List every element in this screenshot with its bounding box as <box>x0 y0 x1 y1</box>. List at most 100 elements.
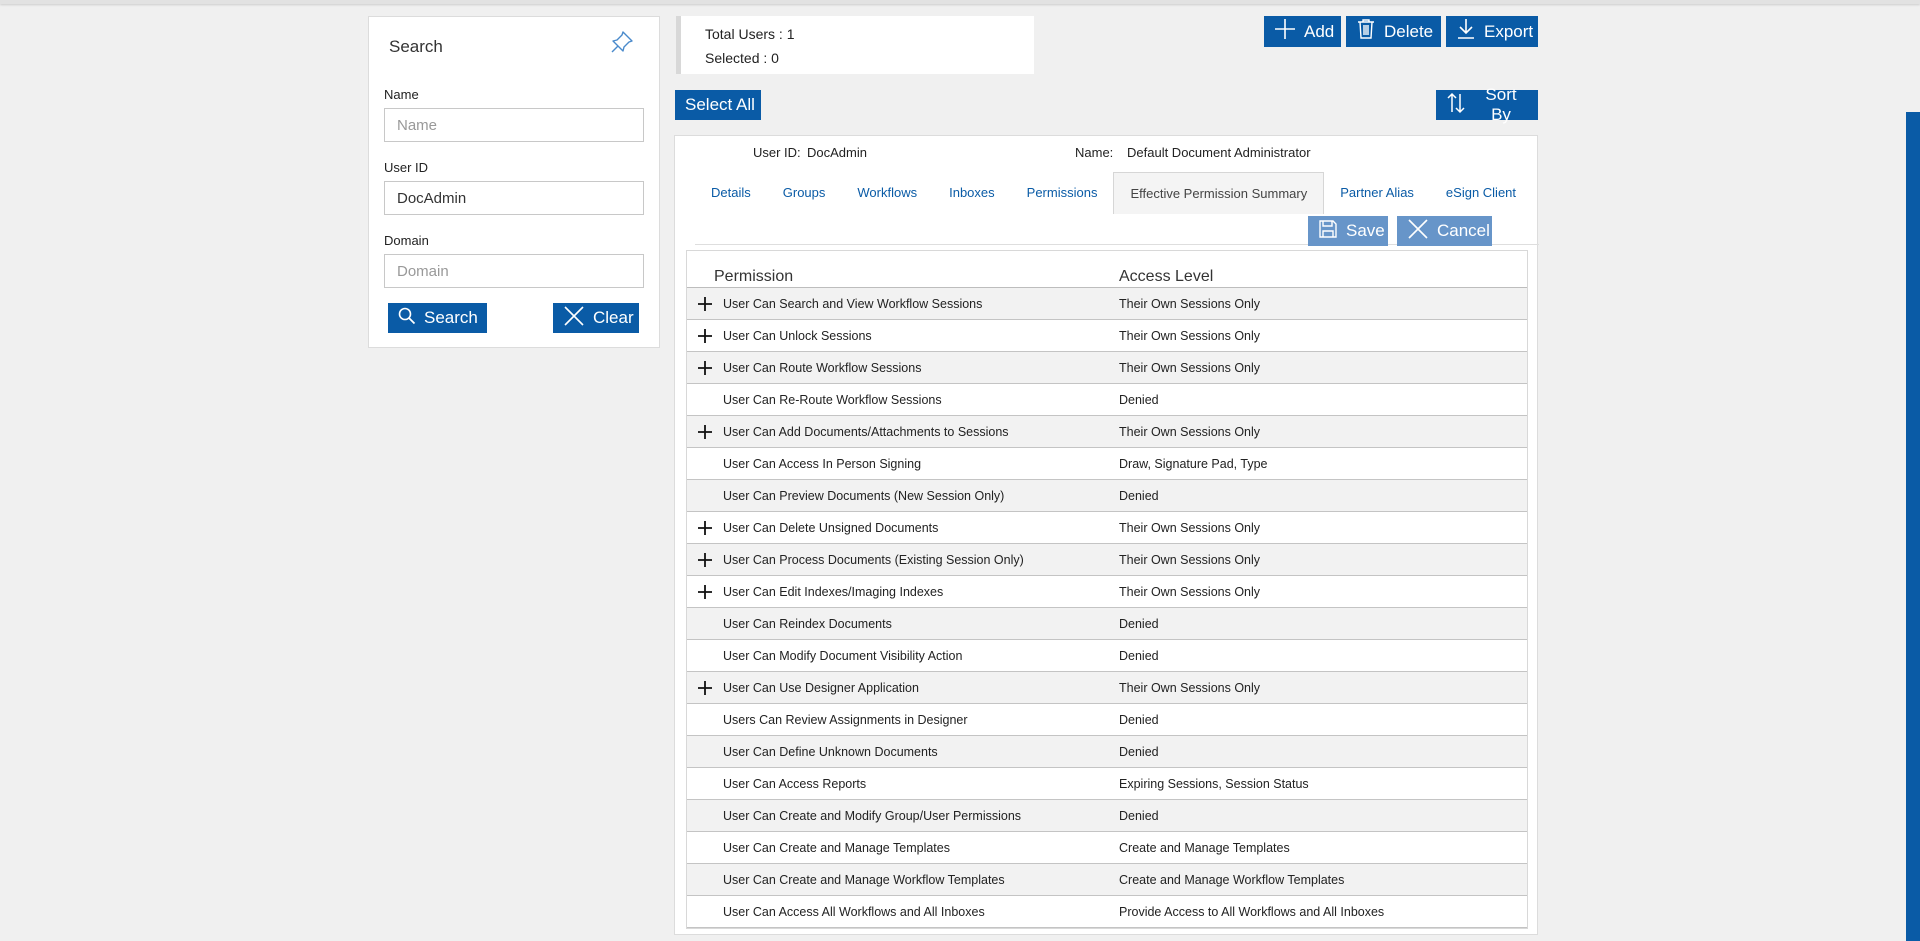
permission-cell: User Can Access In Person Signing <box>723 456 922 471</box>
cancel-button-label: Cancel <box>1437 221 1490 240</box>
table-row: User Can Create and Modify Group/User Pe… <box>687 800 1527 832</box>
add-button[interactable]: Add <box>1264 16 1341 47</box>
access-level-cell: Denied <box>1119 488 1159 503</box>
expander-placeholder <box>687 640 723 672</box>
user-id-value: DocAdmin <box>807 145 867 160</box>
permission-column-header: Permission <box>714 268 794 285</box>
selected-count: Selected : 0 <box>705 50 779 66</box>
total-users-count: Total Users : 1 <box>705 26 795 42</box>
table-row: User Can Unlock Sessions Their Own Sessio… <box>687 320 1527 352</box>
domain-input[interactable] <box>384 254 644 288</box>
close-icon <box>1407 218 1429 245</box>
tab-permissions[interactable]: Permissions <box>1011 172 1114 214</box>
plus-icon[interactable] <box>687 544 723 576</box>
delete-button[interactable]: Delete <box>1346 16 1441 47</box>
access-level-cell: Their Own Sessions Only <box>1119 680 1261 695</box>
table-row: User Can Delete Unsigned Documents Their … <box>687 512 1527 544</box>
search-button[interactable]: Search <box>388 303 487 333</box>
access-level-cell: Expiring Sessions, Session Status <box>1119 776 1309 791</box>
user-id-label: User ID: <box>753 145 801 160</box>
search-icon <box>398 307 416 330</box>
export-button-label: Export <box>1484 21 1534 41</box>
access-level-cell: Denied <box>1119 392 1159 407</box>
access-level-cell: Draw, Signature Pad, Type <box>1119 456 1268 471</box>
delete-button-label: Delete <box>1384 21 1434 41</box>
permission-cell: User Can Access All Workflows and All In… <box>723 904 985 919</box>
add-button-label: Add <box>1304 21 1335 41</box>
expander-placeholder <box>687 704 723 736</box>
userid-label: User ID <box>384 160 429 175</box>
permission-cell: User Can Unlock Sessions <box>723 328 872 343</box>
download-icon <box>1456 18 1476 45</box>
table-row: Users Can Review Assignments in Designer… <box>687 704 1527 736</box>
sort-icon <box>1446 92 1466 119</box>
permission-cell: User Can Define Unknown Documents <box>723 744 938 759</box>
plus-icon[interactable] <box>687 512 723 544</box>
plus-icon[interactable] <box>687 288 723 320</box>
tab-details[interactable]: Details <box>695 172 767 214</box>
access-level-cell: Denied <box>1119 616 1159 631</box>
pin-icon[interactable] <box>607 27 637 57</box>
table-row: User Can Process Documents (Existing Ses… <box>687 544 1527 576</box>
permission-cell: User Can Edit Indexes/Imaging Indexes <box>723 584 944 599</box>
access-level-cell: Denied <box>1119 744 1159 759</box>
access-level-cell: Create and Manage Templates <box>1119 840 1290 855</box>
tab-effective-permission-summary[interactable]: Effective Permission Summary <box>1113 172 1325 214</box>
tab-workflows[interactable]: Workflows <box>841 172 933 214</box>
save-button[interactable]: Save <box>1308 216 1388 246</box>
access-level-cell: Their Own Sessions Only <box>1119 360 1261 375</box>
export-button[interactable]: Export <box>1446 16 1538 47</box>
permission-cell: User Can Access Reports <box>723 776 867 791</box>
table-row: User Can Use Designer Application Their O… <box>687 672 1527 704</box>
clear-button-label: Clear <box>593 308 634 327</box>
close-icon <box>563 305 585 332</box>
access-level-cell: Their Own Sessions Only <box>1119 424 1261 439</box>
save-button-label: Save <box>1346 221 1385 240</box>
expander-placeholder <box>687 864 723 896</box>
permission-summary-table: Permission Access Level User Can Search … <box>686 250 1528 929</box>
plus-icon[interactable] <box>687 352 723 384</box>
clear-button[interactable]: Clear <box>553 303 639 333</box>
userid-input[interactable] <box>384 181 644 215</box>
expander-placeholder <box>687 832 723 864</box>
access-level-cell: Their Own Sessions Only <box>1119 584 1261 599</box>
permission-cell: User Can Add Documents/Attachments to Se… <box>723 424 1009 439</box>
tab-groups[interactable]: Groups <box>767 172 842 214</box>
table-row: User Can Route Workflow Sessions Their Ow… <box>687 352 1527 384</box>
expander-placeholder <box>687 384 723 416</box>
access-level-cell: Provide Access to All Workflows and All … <box>1119 904 1385 919</box>
table-row: User Can Re-Route Workflow Sessions Denie… <box>687 384 1527 416</box>
expander-placeholder <box>687 448 723 480</box>
sort-by-button[interactable]: Sort By <box>1436 85 1538 124</box>
plus-icon[interactable] <box>687 672 723 704</box>
table-row: User Can Modify Document Visibility Acti… <box>687 640 1527 672</box>
plus-icon[interactable] <box>687 416 723 448</box>
plus-icon[interactable] <box>687 576 723 608</box>
name-input[interactable] <box>384 108 644 142</box>
permission-cell: User Can Create and Manage Workflow Temp… <box>723 872 1005 887</box>
permission-cell: User Can Re-Route Workflow Sessions <box>723 392 942 407</box>
search-button-label: Search <box>424 308 478 327</box>
table-row: User Can Reindex Documents Denied <box>687 608 1527 640</box>
cancel-button[interactable]: Cancel <box>1397 216 1492 246</box>
plus-icon[interactable] <box>687 320 723 352</box>
tab-esign-client[interactable]: eSign Client <box>1430 172 1532 214</box>
permission-cell: User Can Use Designer Application <box>723 680 919 695</box>
tab-partner-alias[interactable]: Partner Alias <box>1324 172 1430 214</box>
search-panel-title: Search <box>389 37 443 56</box>
table-row: User Can Define Unknown Documents Denied <box>687 736 1527 768</box>
permission-cell: User Can Process Documents (Existing Ses… <box>723 552 1024 567</box>
user-detail-card: User ID: DocAdmin Name: Default Document… <box>674 135 1539 935</box>
tab-inboxes[interactable]: Inboxes <box>933 172 1011 214</box>
user-name-value: Default Document Administrator <box>1127 145 1311 160</box>
top-bar <box>0 0 1920 4</box>
user-stats: Total Users : 1 Selected : 0 <box>676 16 1034 74</box>
select-all-button[interactable]: Select All <box>675 90 761 120</box>
user-tabs: Details Groups Workflows Inboxes Permissions… <box>695 172 1532 214</box>
permission-cell: User Can Create and Modify Group/User Pe… <box>723 808 1022 823</box>
access-level-cell: Their Own Sessions Only <box>1119 552 1261 567</box>
access-level-cell: Denied <box>1119 712 1159 727</box>
expander-placeholder <box>687 608 723 640</box>
trash-icon <box>1356 18 1376 45</box>
permission-cell: User Can Create and Manage Templates <box>723 840 950 855</box>
